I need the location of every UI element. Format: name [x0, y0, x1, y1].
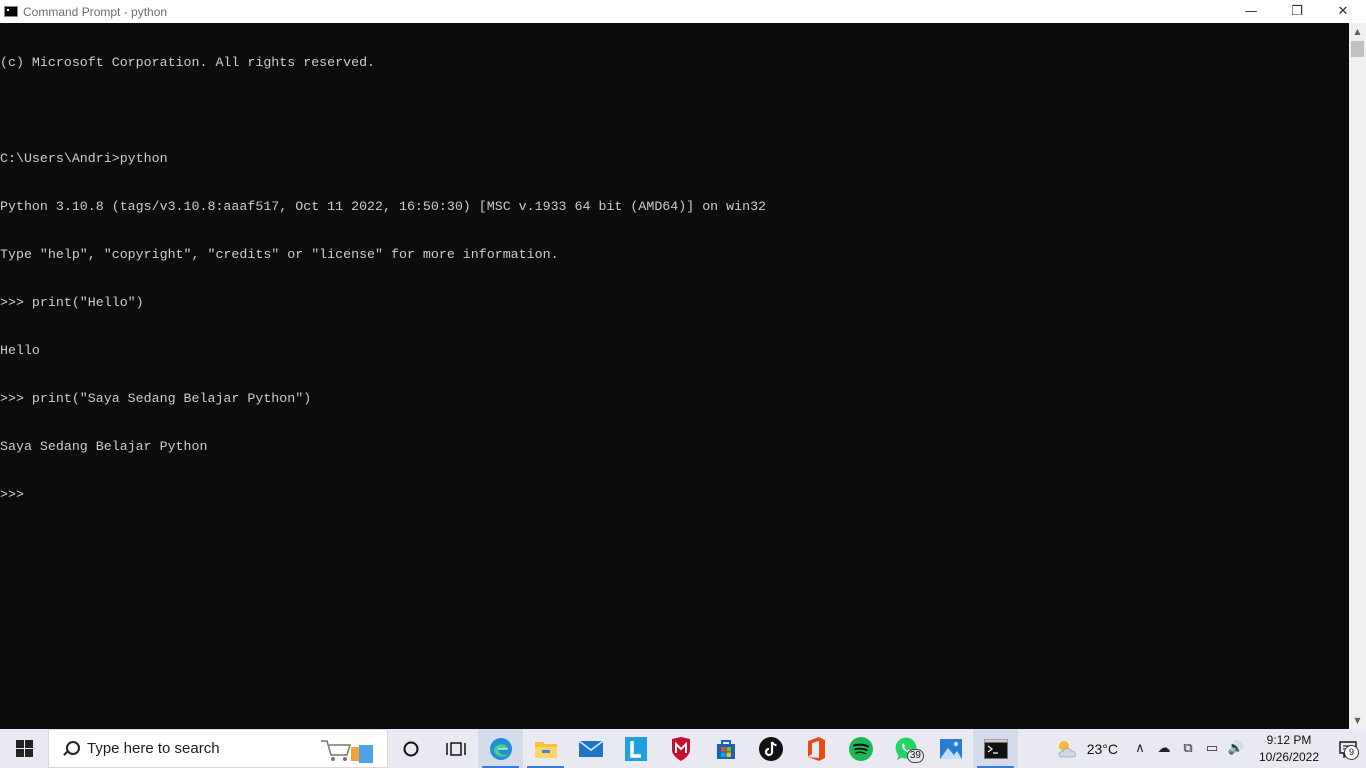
taskbar-whatsapp[interactable]: 39 — [883, 729, 928, 768]
vertical-scrollbar[interactable]: ▲ ▼ — [1349, 23, 1366, 729]
weather-temperature: 23°C — [1086, 740, 1118, 757]
l-app-icon — [624, 736, 647, 761]
volume-icon[interactable]: 🔊 — [1224, 729, 1248, 768]
console-line: >>> print("Hello") — [0, 295, 144, 310]
maximize-button[interactable]: ❐ — [1274, 0, 1320, 23]
edge-icon — [489, 737, 512, 760]
show-hidden-icons-chevron-icon[interactable]: ∧ — [1128, 729, 1152, 768]
console-output[interactable]: (c) Microsoft Corporation. All rights re… — [0, 23, 1349, 729]
command-prompt-icon — [983, 738, 1008, 759]
console-line: C:\Users\Andri>python — [0, 151, 168, 166]
whatsapp-unread-badge: 39 — [906, 749, 924, 763]
taskbar-edge[interactable] — [478, 729, 523, 768]
start-button[interactable] — [0, 729, 48, 768]
taskbar-tiktok[interactable] — [748, 729, 793, 768]
taskbar: Type here to search 39 23°C ∧ ☁ ⧉ ▭ 🔊 9:… — [0, 729, 1366, 768]
console-prompt-line[interactable]: >>> — [0, 487, 1349, 503]
notification-count-badge: 9 — [1344, 745, 1359, 760]
taskbar-microsoft-store[interactable] — [703, 729, 748, 768]
taskbar-command-prompt[interactable] — [973, 729, 1018, 768]
clock-time: 9:12 PM — [1266, 732, 1312, 747]
onedrive-cloud-icon[interactable]: ☁ — [1152, 729, 1176, 768]
window-controls: — ❐ ✕ — [1228, 0, 1366, 23]
task-view-button[interactable] — [433, 729, 478, 768]
taskbar-photos[interactable] — [928, 729, 973, 768]
partly-cloudy-icon — [1058, 740, 1076, 757]
console-line: (c) Microsoft Corporation. All rights re… — [0, 55, 376, 70]
taskbar-mcafee[interactable] — [658, 729, 703, 768]
console-line: >>> print("Saya Sedang Belajar Python") — [0, 391, 312, 406]
meet-now-icon[interactable]: ⧉ — [1176, 729, 1200, 768]
taskbar-clock[interactable]: 9:12 PM 10/26/2022 — [1252, 732, 1326, 766]
scroll-up-arrow-icon[interactable]: ▲ — [1349, 23, 1366, 40]
action-center-button[interactable]: 9 — [1330, 729, 1366, 768]
minimize-button[interactable]: — — [1228, 0, 1274, 23]
photos-icon — [939, 738, 962, 759]
console-line: Python 3.10.8 (tags/v3.10.8:aaaf517, Oct… — [0, 199, 767, 214]
search-icon — [61, 739, 81, 759]
scroll-down-arrow-icon[interactable]: ▼ — [1349, 712, 1366, 729]
windows-logo-icon — [15, 740, 33, 757]
office-icon — [807, 736, 825, 761]
taskbar-office[interactable] — [793, 729, 838, 768]
tiktok-icon — [758, 736, 783, 761]
cortana-button[interactable] — [388, 729, 433, 768]
system-tray: 23°C ∧ ☁ ⧉ ▭ 🔊 9:12 PM 10/26/2022 9 — [1055, 729, 1366, 768]
cortana-icon — [403, 741, 418, 756]
task-view-icon — [445, 741, 466, 756]
taskbar-l-app[interactable] — [613, 729, 658, 768]
battery-icon[interactable]: ▭ — [1200, 729, 1224, 768]
mail-icon — [578, 739, 603, 757]
command-prompt-app-icon[interactable] — [4, 6, 18, 17]
close-button[interactable]: ✕ — [1320, 0, 1366, 23]
console-line: Type "help", "copyright", "credits" or "… — [0, 247, 559, 262]
spotify-icon — [848, 736, 873, 761]
file-explorer-icon — [534, 741, 557, 758]
mcafee-icon — [671, 736, 690, 761]
search-placeholder: Type here to search — [87, 740, 220, 757]
taskbar-search-box[interactable]: Type here to search — [48, 729, 388, 768]
window-title: Command Prompt - python — [23, 4, 168, 19]
window-title-bar[interactable]: Command Prompt - python — ❐ ✕ — [0, 0, 1366, 23]
microsoft-store-icon — [716, 739, 735, 759]
clock-date: 10/26/2022 — [1258, 749, 1320, 764]
scrollbar-thumb[interactable] — [1351, 41, 1364, 57]
search-highlight-shopping-icon — [321, 740, 373, 763]
taskbar-mail[interactable] — [568, 729, 613, 768]
weather-widget[interactable]: 23°C — [1055, 738, 1118, 760]
taskbar-file-explorer[interactable] — [523, 729, 568, 768]
console-line: Hello — [0, 343, 40, 358]
console-line: Saya Sedang Belajar Python — [0, 439, 208, 454]
taskbar-spotify[interactable] — [838, 729, 883, 768]
